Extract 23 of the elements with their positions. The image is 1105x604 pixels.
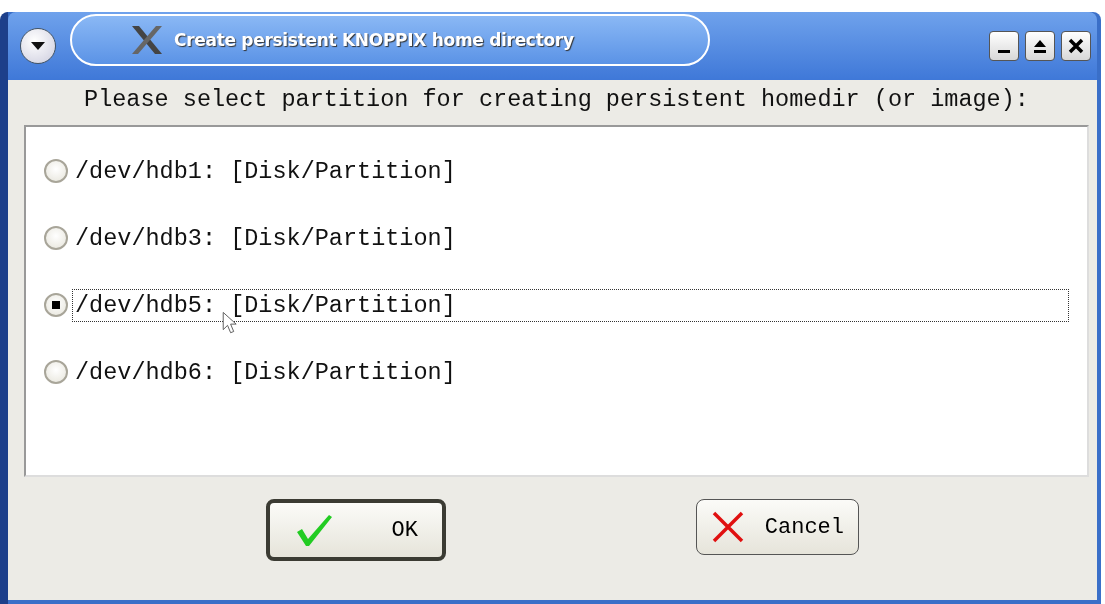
- window-title: Create persistent KNOPPIX home directory: [174, 30, 574, 50]
- close-button[interactable]: [1061, 31, 1091, 61]
- partition-label[interactable]: /dev/hdb1: [Disk/Partition]: [72, 154, 457, 188]
- window-menu-button[interactable]: [20, 28, 56, 64]
- ok-button[interactable]: OK: [266, 499, 446, 561]
- radio-button[interactable]: [44, 159, 68, 183]
- eject-icon: [1032, 38, 1048, 54]
- minimize-icon: [998, 49, 1010, 53]
- minimize-button[interactable]: [989, 31, 1019, 61]
- close-icon: [1068, 38, 1084, 54]
- checkmark-icon: [294, 512, 334, 548]
- prompt-text: Please select partition for creating persistent homedir (or image):: [83, 85, 1030, 115]
- cancel-button[interactable]: Cancel: [695, 499, 859, 555]
- cross-icon: [710, 510, 745, 544]
- partition-label[interactable]: /dev/hdb5: [Disk/Partition]: [72, 288, 1069, 322]
- shade-button[interactable]: [1025, 31, 1055, 61]
- radio-button[interactable]: [44, 226, 68, 250]
- partition-label[interactable]: /dev/hdb3: [Disk/Partition]: [72, 221, 457, 255]
- radio-button[interactable]: [44, 293, 68, 317]
- caret-icon: [30, 40, 46, 52]
- x-logo-icon: [130, 25, 164, 55]
- partition-label[interactable]: /dev/hdb6: [Disk/Partition]: [72, 355, 457, 389]
- radio-button[interactable]: [44, 360, 68, 384]
